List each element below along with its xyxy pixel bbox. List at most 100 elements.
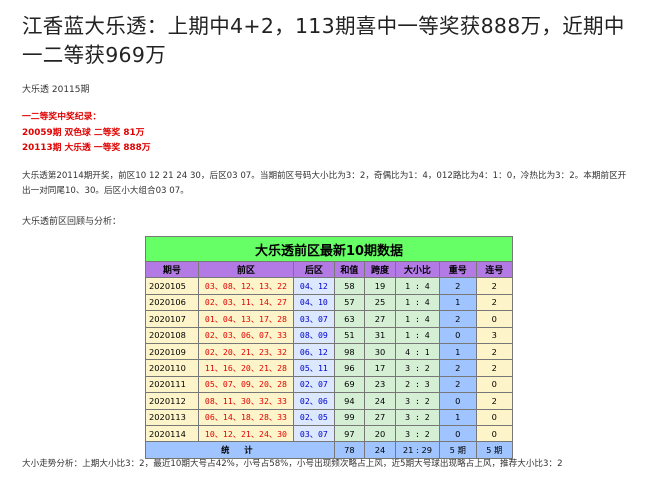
cell-sum: 51 (333, 326, 366, 344)
cell-front: 02、03、06、07、33 (197, 326, 295, 344)
cell-ratio: 3 : 2 (394, 359, 441, 377)
cell-back: 08、09 (293, 326, 335, 344)
col-header-consecutive: 连号 (475, 260, 513, 279)
cell-repeat: 0 (439, 392, 477, 410)
table-row: 2020109 02、20、21、23、32 06、12 98 30 4 : 112 (145, 342, 513, 361)
cell-consecutive: 0 (475, 375, 513, 394)
cell-period: 2020112 (145, 392, 199, 410)
cell-period: 2020113 (145, 408, 199, 426)
cell-sum: 69 (333, 375, 366, 394)
cell-span: 20 (364, 424, 396, 443)
cell-period: 2020110 (145, 359, 199, 377)
cell-repeat: 0 (439, 326, 477, 344)
cell-span: 30 (364, 342, 396, 361)
cell-front: 10、12、21、24、30 (197, 424, 295, 443)
cell-span: 27 (364, 408, 396, 426)
cell-repeat: 2 (439, 310, 477, 328)
cell-repeat: 2 (439, 375, 477, 394)
table-row: 2020113 06、14、18、28、33 02、05 99 27 3 : 210 (145, 408, 513, 426)
col-header-sum: 和值 (333, 260, 366, 279)
summary-repeat: 5 期 (439, 441, 477, 459)
cell-ratio: 4 : 1 (394, 342, 441, 361)
cell-front: 01、04、13、17、28 (197, 310, 295, 328)
cell-sum: 97 (333, 424, 366, 443)
issue-line: 大乐透 20115期 (22, 85, 90, 95)
cell-period: 2020108 (145, 326, 199, 344)
cell-period: 2020114 (145, 424, 199, 443)
cell-back: 02、06 (293, 392, 335, 410)
cell-consecutive: 2 (475, 342, 513, 361)
summary-consecutive: 5 期 (475, 441, 513, 459)
cell-consecutive: 2 (475, 293, 513, 312)
col-header-repeat: 重号 (439, 260, 477, 279)
summary-sum: 78 (333, 441, 366, 459)
award-record-1: 20059期 双色球 二等奖 81万 (22, 128, 145, 138)
table-row: 2020110 11、16、20、21、28 05、11 96 17 3 : 222 (145, 359, 513, 377)
table-title: 大乐透前区最新10期数据 (145, 236, 513, 262)
award-record-2: 20113期 大乐透 一等奖 888万 (22, 143, 151, 153)
cell-ratio: 3 : 2 (394, 408, 441, 426)
cell-period: 2020107 (145, 310, 199, 328)
table-row: 2020105 03、08、12、13、22 04、12 58 19 1 : 422 (145, 277, 513, 295)
cell-sum: 99 (333, 408, 366, 426)
cell-span: 27 (364, 310, 396, 328)
cell-ratio: 1 : 4 (394, 277, 441, 295)
cell-front: 02、03、11、14、27 (197, 293, 295, 312)
cell-back: 03、07 (293, 310, 335, 328)
table-row: 2020107 01、04、13、17、28 03、07 63 27 1 : 420 (145, 310, 513, 328)
cell-back: 04、12 (293, 277, 335, 295)
table-summary-row: 统 计 78 24 21 : 29 5 期 5 期 (145, 441, 513, 459)
summary-span: 24 (364, 441, 396, 459)
cell-consecutive: 2 (475, 392, 513, 410)
cell-sum: 57 (333, 293, 366, 312)
cell-ratio: 1 : 4 (394, 326, 441, 344)
cell-sum: 96 (333, 359, 366, 377)
cell-back: 02、05 (293, 408, 335, 426)
cell-ratio: 1 : 4 (394, 293, 441, 312)
cell-sum: 63 (333, 310, 366, 328)
table-row: 2020111 05、07、09、20、28 02、07 69 23 2 : 320 (145, 375, 513, 394)
draw-analysis-paragraph: 大乐透第20114期开奖，前区10 12 21 24 30，后区03 07。当期… (22, 171, 627, 196)
table-row: 2020106 02、03、11、14、27 04、10 57 25 1 : 412 (145, 293, 513, 312)
cell-period: 2020109 (145, 342, 199, 361)
cell-consecutive: 2 (475, 359, 513, 377)
cell-front: 06、14、18、28、33 (197, 408, 295, 426)
cell-front: 03、08、12、13、22 (197, 277, 295, 295)
cell-consecutive: 0 (475, 424, 513, 443)
awards-section: 一二等奖中奖纪录： 20059期 双色球 二等奖 81万 20113期 大乐透 … (22, 110, 151, 156)
cell-back: 04、10 (293, 293, 335, 312)
cell-front: 05、07、09、20、28 (197, 375, 295, 394)
cell-sum: 94 (333, 392, 366, 410)
review-heading: 大乐透前区回顾与分析： (22, 217, 122, 227)
table-header-row: 期号 前区 后区 和值 跨度 大小比 重号 连号 (145, 260, 513, 279)
cell-sum: 58 (333, 277, 366, 295)
awards-heading: 一二等奖中奖纪录： (22, 112, 102, 122)
cell-repeat: 2 (439, 359, 477, 377)
cell-ratio: 3 : 2 (394, 392, 441, 410)
cell-repeat: 0 (439, 424, 477, 443)
cell-span: 17 (364, 359, 396, 377)
front-zone-data-table: 大乐透前区最新10期数据 期号 前区 后区 和值 跨度 大小比 重号 连号 20… (145, 236, 513, 459)
cell-ratio: 2 : 3 (394, 375, 441, 394)
cell-repeat: 1 (439, 342, 477, 361)
cell-consecutive: 0 (475, 408, 513, 426)
summary-ratio: 21 : 29 (394, 441, 441, 459)
cell-span: 23 (364, 375, 396, 394)
cell-span: 25 (364, 293, 396, 312)
table-row: 2020112 08、11、30、32、33 02、06 94 24 3 : 202 (145, 392, 513, 410)
cell-back: 05、11 (293, 359, 335, 377)
cell-consecutive: 3 (475, 326, 513, 344)
summary-label: 统 计 (145, 441, 335, 459)
cell-back: 03、07 (293, 424, 335, 443)
cell-repeat: 2 (439, 277, 477, 295)
col-header-period: 期号 (145, 260, 199, 279)
cell-consecutive: 0 (475, 310, 513, 328)
cell-back: 06、12 (293, 342, 335, 361)
cell-consecutive: 2 (475, 277, 513, 295)
cell-back: 02、07 (293, 375, 335, 394)
cell-ratio: 3 : 2 (394, 424, 441, 443)
table-row: 2020108 02、03、06、07、33 08、09 51 31 1 : 403 (145, 326, 513, 344)
cell-span: 24 (364, 392, 396, 410)
col-header-back: 后区 (293, 260, 335, 279)
col-header-front: 前区 (197, 260, 295, 279)
